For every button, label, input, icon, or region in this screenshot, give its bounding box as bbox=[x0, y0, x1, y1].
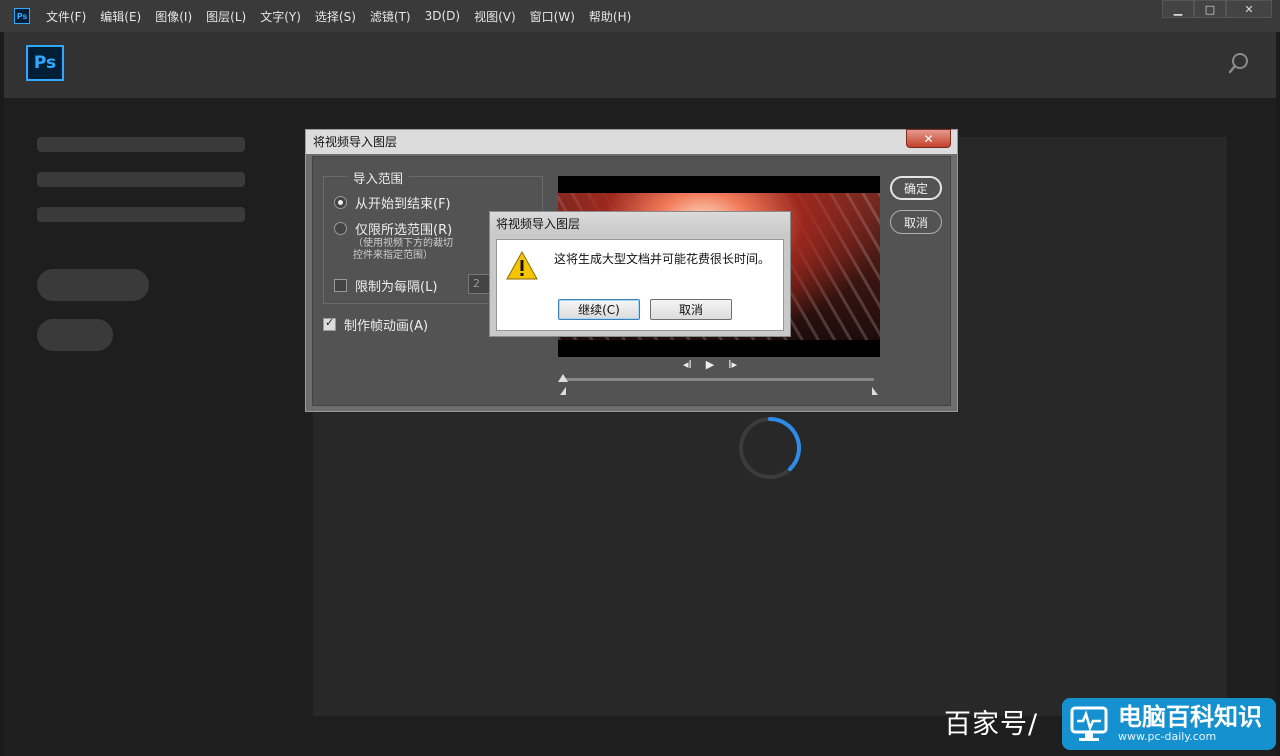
radio-from-start-to-end[interactable]: 从开始到结束(F) bbox=[334, 193, 451, 212]
ok-button[interactable]: 确定 bbox=[890, 176, 942, 200]
menu-layer[interactable]: 图层(L) bbox=[206, 8, 246, 25]
checkbox-label: 限制为每隔(L) bbox=[355, 280, 438, 295]
menu-view[interactable]: 视图(V) bbox=[474, 8, 516, 25]
skeleton-line bbox=[37, 207, 245, 222]
next-frame-icon[interactable]: I▸ bbox=[728, 358, 737, 371]
menu-3d[interactable]: 3D(D) bbox=[425, 9, 460, 23]
menu-edit[interactable]: 编辑(E) bbox=[100, 8, 141, 25]
make-frame-animation-checkbox[interactable]: 制作帧动画(A) bbox=[323, 315, 428, 334]
home-header: Ps bbox=[4, 32, 1276, 98]
checkbox-indicator[interactable] bbox=[334, 279, 347, 292]
skeleton-line bbox=[37, 172, 245, 187]
dialog-close-button[interactable]: ✕ bbox=[906, 129, 951, 148]
menu-help[interactable]: 帮助(H) bbox=[589, 8, 631, 25]
warning-alert-dialog: 将视频导入图层 这将生成大型文档并可能花费很长时间。 继续(C) 取消 bbox=[489, 211, 791, 337]
warning-icon bbox=[506, 251, 538, 280]
watermark-badge: 电脑百科知识 www.pc-daily.com bbox=[1062, 698, 1276, 750]
menu-type[interactable]: 文字(Y) bbox=[260, 8, 301, 25]
photoshop-logo: Ps bbox=[26, 45, 64, 81]
skeleton-line bbox=[37, 137, 245, 152]
watermark-text: 百家号/ bbox=[944, 709, 1039, 740]
alert-body: 这将生成大型文档并可能花费很长时间。 继续(C) 取消 bbox=[496, 239, 784, 331]
skeleton-button bbox=[37, 319, 113, 351]
cancel-button[interactable]: 取消 bbox=[890, 210, 942, 234]
menu-bar: Ps 文件(F) 编辑(E) 图像(I) 图层(L) 文字(Y) 选择(S) 滤… bbox=[0, 0, 1280, 32]
trim-end-handle[interactable] bbox=[872, 387, 878, 395]
trim-start-handle[interactable] bbox=[560, 387, 566, 395]
alert-cancel-button[interactable]: 取消 bbox=[650, 299, 732, 320]
app-icon: Ps bbox=[14, 8, 30, 24]
monitor-icon bbox=[1070, 706, 1108, 741]
menu-image[interactable]: 图像(I) bbox=[155, 8, 192, 25]
menu-file[interactable]: 文件(F) bbox=[46, 8, 86, 25]
alert-title: 将视频导入图层 bbox=[490, 212, 790, 236]
search-icon[interactable] bbox=[1228, 52, 1250, 74]
limit-every-checkbox[interactable]: 限制为每隔(L) bbox=[334, 276, 437, 295]
minimize-button[interactable]: ▁ bbox=[1162, 0, 1194, 18]
alert-message: 这将生成大型文档并可能花费很长时间。 bbox=[554, 252, 771, 266]
watermark-url: www.pc-daily.com bbox=[1118, 730, 1217, 743]
radio-indicator[interactable] bbox=[334, 196, 347, 209]
checkbox-indicator[interactable] bbox=[323, 316, 336, 331]
continue-button[interactable]: 继续(C) bbox=[558, 299, 640, 320]
radio-label: 从开始到结束(F) bbox=[355, 197, 451, 212]
video-scrubber[interactable] bbox=[562, 378, 874, 381]
dialog-title: 将视频导入图层 bbox=[306, 130, 957, 154]
skeleton-button bbox=[37, 269, 149, 301]
menu-filter[interactable]: 滤镜(T) bbox=[370, 8, 411, 25]
previous-frame-icon[interactable]: ◂I bbox=[683, 358, 692, 371]
radio-label: 仅限所选范围(R) bbox=[355, 223, 453, 238]
playhead-icon[interactable] bbox=[558, 374, 568, 382]
loading-spinner-icon bbox=[739, 417, 801, 479]
close-window-button[interactable]: ✕ bbox=[1226, 0, 1272, 18]
range-hint: （使用视频下方的裁切 控件来指定范围） bbox=[353, 238, 453, 261]
play-icon[interactable]: ▶ bbox=[706, 358, 714, 371]
window-controls: ▁ □ ✕ bbox=[1162, 0, 1272, 22]
menu-select[interactable]: 选择(S) bbox=[315, 8, 356, 25]
checkbox-label: 制作帧动画(A) bbox=[344, 319, 429, 334]
watermark-brand: 电脑百科知识 bbox=[1118, 703, 1262, 731]
radio-indicator[interactable] bbox=[334, 222, 347, 235]
playback-controls: ◂I ▶ I▸ bbox=[683, 358, 737, 371]
radio-selected-range[interactable]: 仅限所选范围(R) bbox=[334, 219, 452, 238]
import-range-legend: 导入范围 bbox=[347, 168, 410, 187]
menu-window[interactable]: 窗口(W) bbox=[530, 8, 575, 25]
maximize-button[interactable]: □ bbox=[1194, 0, 1226, 18]
